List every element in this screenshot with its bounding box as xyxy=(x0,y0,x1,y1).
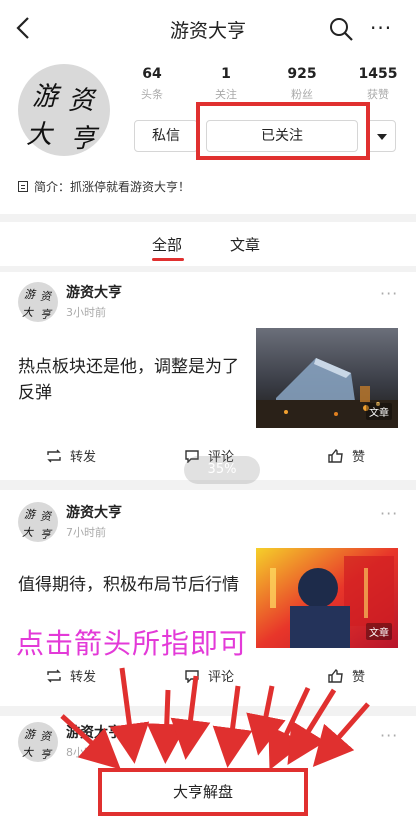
avatar-char: 大 xyxy=(26,120,53,150)
top-nav-bar: 游资大亨 ··· xyxy=(0,0,416,56)
post-headline[interactable]: 值得期待，积极布局节后行情 xyxy=(18,572,250,598)
stat-value: 925 xyxy=(287,66,317,82)
avatar-char: 大 xyxy=(22,526,33,539)
like-button[interactable]: 赞 xyxy=(328,446,365,465)
avatar-char: 亨 xyxy=(40,308,51,321)
stat-label: 获赞 xyxy=(367,88,389,101)
avatar-char: 游 xyxy=(24,728,35,741)
comment-label: 评论 xyxy=(208,670,235,685)
stat-headlines[interactable]: 64 头条 xyxy=(122,66,182,102)
avatar: 游 资 大 亨 xyxy=(18,282,58,322)
search-icon[interactable] xyxy=(326,14,356,44)
avatar-char: 游 xyxy=(24,288,35,301)
stat-label: 头条 xyxy=(141,88,163,101)
article-tag: 文章 xyxy=(366,623,392,640)
stat-following[interactable]: 1 关注 xyxy=(196,66,256,102)
avatar-char: 游 xyxy=(24,508,35,521)
content-tabs: 全部 文章 xyxy=(0,222,416,266)
author-name[interactable]: 游资大亨 xyxy=(66,282,122,302)
avatar-char: 资 xyxy=(68,86,95,116)
avatar: 游 资 大 亨 xyxy=(18,502,58,542)
chevron-down-icon[interactable] xyxy=(366,120,396,152)
thumbs-up-icon xyxy=(328,448,344,463)
feed-card[interactable]: 游 资 大 亨 游资大亨 7小时前 ··· 值得期待，积极布局节后行情 文章 转… xyxy=(0,490,416,706)
stat-label: 关注 xyxy=(215,88,237,101)
avatar-char: 大 xyxy=(22,746,33,759)
avatar-char: 游 xyxy=(32,82,59,112)
stat-fans[interactable]: 925 粉丝 xyxy=(272,66,332,102)
more-dots-icon[interactable]: ··· xyxy=(380,726,398,745)
stat-label: 粉丝 xyxy=(291,88,313,101)
post-actions: 转发 评论 赞 xyxy=(0,656,416,696)
repost-label: 转发 xyxy=(70,670,97,685)
analysis-button[interactable]: 大亨解盘 xyxy=(98,768,308,816)
post-time: 7小时前 xyxy=(66,526,106,539)
message-button[interactable]: 私信 xyxy=(134,120,198,152)
more-dots-icon[interactable]: ··· xyxy=(380,284,398,303)
repost-icon xyxy=(46,449,62,463)
avatar-char: 资 xyxy=(40,510,51,523)
active-tab-indicator xyxy=(152,258,184,261)
stat-value: 64 xyxy=(142,66,162,82)
stat-likes[interactable]: 1455 获赞 xyxy=(348,66,408,102)
author-name[interactable]: 游资大亨 xyxy=(66,502,122,522)
document-icon xyxy=(18,181,28,192)
scroll-percent-badge: 35% xyxy=(184,456,260,484)
avatar-char: 资 xyxy=(40,730,51,743)
avatar: 游 资 大 亨 xyxy=(18,64,110,156)
overlay-instruction: 点击箭头所指即可 xyxy=(16,627,249,660)
comment-icon xyxy=(184,669,200,684)
feed-card[interactable]: 游 资 大 亨 游资大亨 8小时前 ··· xyxy=(0,716,416,764)
bio: 简介：抓涨停就看游资大亨！ xyxy=(18,178,190,195)
stat-value: 1455 xyxy=(358,66,398,82)
repost-button[interactable]: 转发 xyxy=(46,666,96,685)
author-name[interactable]: 游资大亨 xyxy=(66,722,122,742)
tab-all[interactable]: 全部 xyxy=(152,234,182,255)
tab-articles[interactable]: 文章 xyxy=(230,234,260,255)
bottom-bar: 大亨解盘 xyxy=(0,764,416,824)
like-button[interactable]: 赞 xyxy=(328,666,365,685)
stat-value: 1 xyxy=(221,66,231,82)
feed-card[interactable]: 游 资 大 亨 游资大亨 3小时前 ··· 热点板块还是他，调整是为了反弹 文章 xyxy=(0,272,416,480)
avatar-char: 亨 xyxy=(40,748,51,761)
bio-text: 简介：抓涨停就看游资大亨！ xyxy=(34,180,191,194)
post-thumbnail[interactable]: 文章 xyxy=(256,328,398,428)
post-thumbnail[interactable]: 文章 xyxy=(256,548,398,648)
post-headline[interactable]: 热点板块还是他，调整是为了反弹 xyxy=(18,354,250,406)
highlight-box-follow xyxy=(196,102,370,160)
repost-label: 转发 xyxy=(70,450,97,465)
avatar: 游 资 大 亨 xyxy=(18,722,58,762)
repost-icon xyxy=(46,669,62,683)
like-label: 赞 xyxy=(352,450,366,465)
article-tag: 文章 xyxy=(366,403,392,420)
avatar-char: 资 xyxy=(40,290,51,303)
comment-button[interactable]: 评论 xyxy=(184,666,234,685)
avatar-char: 亨 xyxy=(70,124,97,154)
post-time: 8小时前 xyxy=(66,746,106,759)
repost-button[interactable]: 转发 xyxy=(46,446,96,465)
post-time: 3小时前 xyxy=(66,306,106,319)
like-label: 赞 xyxy=(352,670,366,685)
more-dots-icon[interactable]: ··· xyxy=(370,16,392,40)
avatar-char: 大 xyxy=(22,306,33,319)
more-dots-icon[interactable]: ··· xyxy=(380,504,398,523)
stats-row: 64 头条 1 关注 925 粉丝 1455 获赞 xyxy=(118,66,408,106)
thumbs-up-icon xyxy=(328,668,344,683)
avatar-char: 亨 xyxy=(40,528,51,541)
